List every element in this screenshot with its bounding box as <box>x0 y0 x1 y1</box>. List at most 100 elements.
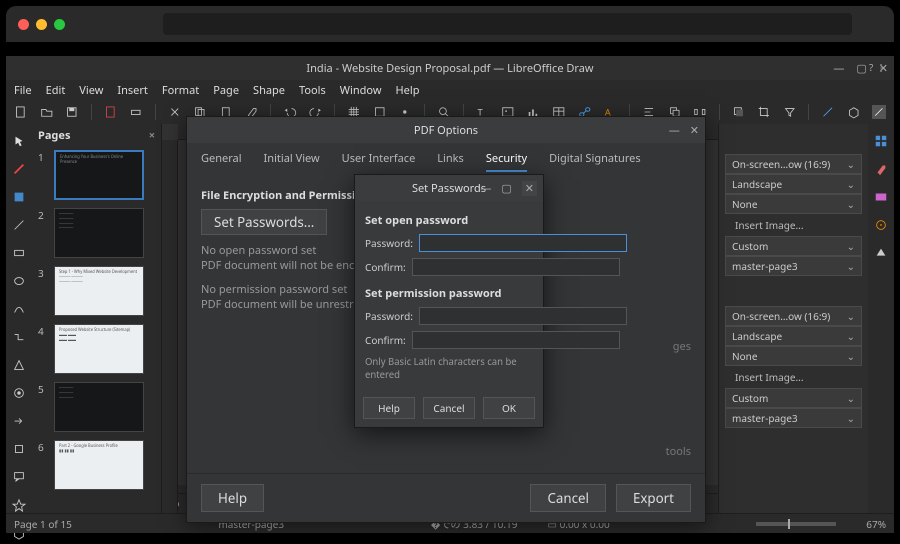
pwd-ok-button[interactable]: OK <box>483 397 535 419</box>
tab-general[interactable]: General <box>201 151 242 172</box>
line-tool-icon[interactable] <box>12 218 26 232</box>
extrusion-icon[interactable] <box>847 105 861 119</box>
dialog-titlebar: PDF Options — ✕ <box>187 117 705 143</box>
tab-initial-view[interactable]: Initial View <box>264 151 320 172</box>
line-color-icon[interactable] <box>12 162 26 176</box>
menu-edit[interactable]: Edit <box>46 83 66 98</box>
callout-icon[interactable] <box>12 470 26 484</box>
zoom-slider[interactable] <box>756 522 836 526</box>
page-thumb[interactable]: 1Enhancing Your Business's Online Presen… <box>38 150 155 200</box>
menu-shape[interactable]: Shape <box>253 83 285 98</box>
flowchart-icon[interactable] <box>12 442 26 456</box>
sidebar-dropdown[interactable]: Landscape⌄ <box>725 174 862 194</box>
sidebar-dropdown[interactable]: On-screen…ow (16:9)⌄ <box>725 154 862 174</box>
crop-icon[interactable] <box>757 105 771 119</box>
fill-color-icon[interactable] <box>12 190 26 204</box>
line-edit-icon[interactable] <box>821 105 835 119</box>
app-maximize-icon[interactable]: ▢ <box>856 61 866 76</box>
sidebar-shapes-icon[interactable] <box>874 246 888 260</box>
pwd-help-button[interactable]: Help <box>363 397 415 419</box>
open-icon[interactable] <box>40 105 54 119</box>
sidebar-help-icon[interactable]: ? ⋮ <box>869 60 886 74</box>
menu-window[interactable]: Window <box>340 83 382 98</box>
sidebar-dropdown[interactable]: On-screen…ow (16:9)⌄ <box>725 306 862 326</box>
basic-shapes-icon[interactable] <box>12 358 26 372</box>
save-icon[interactable] <box>65 105 79 119</box>
pdf-help-button[interactable]: Help <box>201 484 264 512</box>
print-icon[interactable] <box>129 105 143 119</box>
menu-format[interactable]: Format <box>162 83 199 98</box>
left-toolbar <box>6 124 32 513</box>
tab-security[interactable]: Security <box>486 151 527 172</box>
ruler-vertical <box>162 140 178 513</box>
page-thumb[interactable]: 4Proposed Website Structure (Sitemap)▬▬ … <box>38 324 155 374</box>
menu-insert[interactable]: Insert <box>117 83 148 98</box>
sidebar-styles-icon[interactable] <box>874 162 888 176</box>
curve-tool-icon[interactable] <box>12 302 26 316</box>
sidebar-properties-icon[interactable] <box>874 134 888 148</box>
status-zoom[interactable]: 67% <box>866 517 886 531</box>
close-window-icon[interactable] <box>18 19 29 30</box>
menu-help[interactable]: Help <box>396 83 420 98</box>
dialog-close-icon[interactable]: ✕ <box>690 123 699 138</box>
url-bar[interactable] <box>163 13 852 35</box>
cut-icon[interactable] <box>168 105 182 119</box>
star-icon[interactable] <box>12 498 26 512</box>
tab-user-interface[interactable]: User Interface <box>342 151 416 172</box>
page-thumb[interactable]: 6Part 2 - Google Business Profile▮▮ ▮▮ ▮… <box>38 440 155 490</box>
menu-tools[interactable]: Tools <box>299 83 326 98</box>
sidebar-dropdown[interactable]: master-page3⌄ <box>725 256 862 276</box>
menu-page[interactable]: Page <box>213 83 239 98</box>
pwd-cancel-button[interactable]: Cancel <box>423 397 475 419</box>
open-password-input[interactable] <box>419 234 627 252</box>
arrow-shapes-icon[interactable] <box>12 414 26 428</box>
select-icon[interactable] <box>12 134 26 148</box>
tab-digital-signatures[interactable]: Digital Signatures <box>549 151 641 172</box>
pwd-minimize-icon[interactable]: — <box>480 181 491 196</box>
sidebar-gallery-icon[interactable] <box>874 190 888 204</box>
menu-file[interactable]: File <box>14 83 32 98</box>
filter-icon[interactable] <box>783 105 797 119</box>
tab-links[interactable]: Links <box>437 151 464 172</box>
pwd-dialog-title: Set Passwords <box>412 181 486 196</box>
pwd-close-icon[interactable]: ✕ <box>522 181 537 196</box>
sidebar-navigator-icon[interactable] <box>874 218 888 232</box>
pages-panel-close-icon[interactable]: × <box>149 128 155 143</box>
perm-password-label: Password: <box>365 309 413 323</box>
pdf-export-button[interactable]: Export <box>616 484 691 512</box>
minimize-window-icon[interactable] <box>36 19 47 30</box>
symbol-shapes-icon[interactable] <box>12 386 26 400</box>
sidebar-dropdown[interactable]: Custom⌄ <box>725 236 862 256</box>
obscured-text-2: tools <box>201 444 691 459</box>
rect-tool-icon[interactable] <box>12 246 26 260</box>
pwd-maximize-icon[interactable]: ▢ <box>501 181 511 196</box>
menu-view[interactable]: View <box>79 83 103 98</box>
pwd-note: Only Basic Latin characters can be enter… <box>365 355 533 381</box>
connector-tool-icon[interactable] <box>12 330 26 344</box>
export-pdf-icon[interactable] <box>104 105 118 119</box>
perm-confirm-input[interactable] <box>412 331 620 349</box>
pdf-cancel-button[interactable]: Cancel <box>530 484 606 512</box>
libreoffice-draw-window: India - Website Design Proposal.pdf — Li… <box>6 56 894 533</box>
page-thumb[interactable]: 3Step 1 - Why Mixed Website Development─… <box>38 266 155 316</box>
page-thumb[interactable]: 5─────────────── <box>38 382 155 432</box>
dialog-minimize-icon[interactable]: — <box>669 123 680 138</box>
sidebar-dropdown[interactable]: Custom⌄ <box>725 388 862 408</box>
new-icon[interactable] <box>14 105 28 119</box>
set-passwords-button[interactable]: Set Passwords… <box>201 209 327 235</box>
sidebar-dropdown[interactable]: None⌄ <box>725 194 862 214</box>
open-confirm-input[interactable] <box>412 258 620 276</box>
ellipse-tool-icon[interactable] <box>12 274 26 288</box>
page-thumb[interactable]: 2──────────────────── <box>38 208 155 258</box>
shadow-icon[interactable] <box>732 105 746 119</box>
maximize-window-icon[interactable] <box>54 19 65 30</box>
sidebar-insert-image[interactable]: Insert Image... <box>725 366 862 388</box>
perm-password-input[interactable] <box>419 307 627 325</box>
sidebar-insert-image[interactable]: Insert Image... <box>725 214 862 236</box>
app-minimize-icon[interactable]: — <box>833 61 844 76</box>
sidebar-dropdown[interactable]: None⌄ <box>725 346 862 366</box>
pages-list[interactable]: 1Enhancing Your Business's Online Presen… <box>32 146 161 513</box>
sidebar-dropdown[interactable]: master-page3⌄ <box>725 408 862 428</box>
sidebar-dropdown[interactable]: Landscape⌄ <box>725 326 862 346</box>
draw-functions-icon[interactable] <box>872 105 886 119</box>
